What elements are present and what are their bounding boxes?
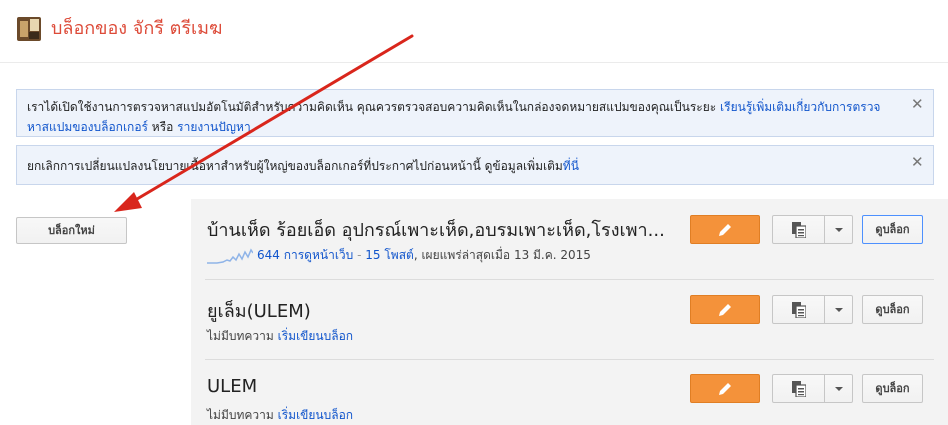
spam-detection-notice: เราได้เปิดใช้งานการตรวจหาสแปมอัตโนมัติสำ… <box>16 89 934 137</box>
blog-name-link[interactable]: ยูเล็ม(ULEM) <box>207 296 311 325</box>
documents-icon <box>792 222 806 238</box>
pageviews-link[interactable]: 644 การดูหน้าเว็บ <box>257 248 353 262</box>
report-problem-link[interactable]: รายงานปัญหา <box>177 120 251 134</box>
content-policy-notice: ยกเลิกการเปลี่ยนแปลงนโยบายเนื้อหาสำหรับผ… <box>16 145 934 185</box>
new-post-button[interactable] <box>690 215 760 244</box>
start-blogging-link[interactable]: เริ่มเขียนบล็อก <box>278 408 353 422</box>
blog-name-link[interactable]: บ้านเห็ด ร้อยเอ็ด อุปกรณ์เพาะเห็ด,อบรมเพ… <box>207 215 665 244</box>
here-link[interactable]: ที่นี่ <box>563 159 579 173</box>
blog-row: ยูเล็ม(ULEM) ไม่มีบทความ เริ่มเขียนบล็อก… <box>191 280 948 360</box>
pencil-icon <box>719 224 731 236</box>
start-blogging-link[interactable]: เริ่มเขียนบล็อก <box>278 329 353 343</box>
user-avatar[interactable] <box>17 17 41 41</box>
posts-list-button[interactable] <box>772 374 825 403</box>
posts-count-link[interactable]: 15 โพสต์ <box>365 248 414 262</box>
pencil-icon <box>719 304 731 316</box>
new-blog-button[interactable]: บล็อกใหม่ <box>16 217 127 244</box>
blog-menu-dropdown[interactable] <box>824 374 853 403</box>
chevron-down-icon <box>835 228 843 232</box>
notice-text: ยกเลิกการเปลี่ยนแปลงนโยบายเนื้อหาสำหรับผ… <box>27 159 563 173</box>
no-posts-text: ไม่มีบทความ <box>207 408 274 422</box>
pageview-sparkline-icon <box>207 247 253 264</box>
close-icon[interactable]: ✕ <box>911 97 924 112</box>
close-icon[interactable]: ✕ <box>911 155 924 170</box>
last-published: , เผยแพร่ล่าสุดเมื่อ 13 มี.ค. 2015 <box>413 248 591 262</box>
notice-text-or: หรือ <box>147 120 178 134</box>
posts-list-button[interactable] <box>772 295 825 324</box>
chevron-down-icon <box>835 387 843 391</box>
blog-stats: ไม่มีบทความ เริ่มเขียนบล็อก <box>207 406 353 425</box>
top-bar: บล็อกของ จักรี ตรีเมฆ <box>0 0 948 63</box>
new-post-button[interactable] <box>690 374 760 403</box>
new-post-button[interactable] <box>690 295 760 324</box>
view-blog-button[interactable]: ดูบล็อก <box>862 215 923 244</box>
documents-icon <box>792 381 806 397</box>
posts-list-button[interactable] <box>772 215 825 244</box>
blog-name-link[interactable]: ULEM <box>207 376 257 397</box>
view-blog-button[interactable]: ดูบล็อก <box>862 295 923 324</box>
blog-row: ULEM ไม่มีบทความ เริ่มเขียนบล็อก ดูบล็อก <box>191 360 948 425</box>
blog-menu-dropdown[interactable] <box>824 215 853 244</box>
blog-row: บ้านเห็ด ร้อยเอ็ด อุปกรณ์เพาะเห็ด,อบรมเพ… <box>191 199 948 280</box>
pencil-icon <box>719 383 731 395</box>
blog-menu-dropdown[interactable] <box>824 295 853 324</box>
documents-icon <box>792 302 806 318</box>
blog-list: บ้านเห็ด ร้อยเอ็ด อุปกรณ์เพาะเห็ด,อบรมเพ… <box>191 199 948 425</box>
blog-stats: ไม่มีบทความ เริ่มเขียนบล็อก <box>207 327 353 346</box>
view-blog-button[interactable]: ดูบล็อก <box>862 374 923 403</box>
chevron-down-icon <box>835 308 843 312</box>
notice-text: เราได้เปิดใช้งานการตรวจหาสแปมอัตโนมัติสำ… <box>27 100 721 114</box>
no-posts-text: ไม่มีบทความ <box>207 329 274 343</box>
stats-separator: - <box>353 248 366 262</box>
page-title[interactable]: บล็อกของ จักรี ตรีเมฆ <box>51 17 222 41</box>
blog-stats: 644 การดูหน้าเว็บ - 15 โพสต์, เผยแพร่ล่า… <box>207 246 591 265</box>
